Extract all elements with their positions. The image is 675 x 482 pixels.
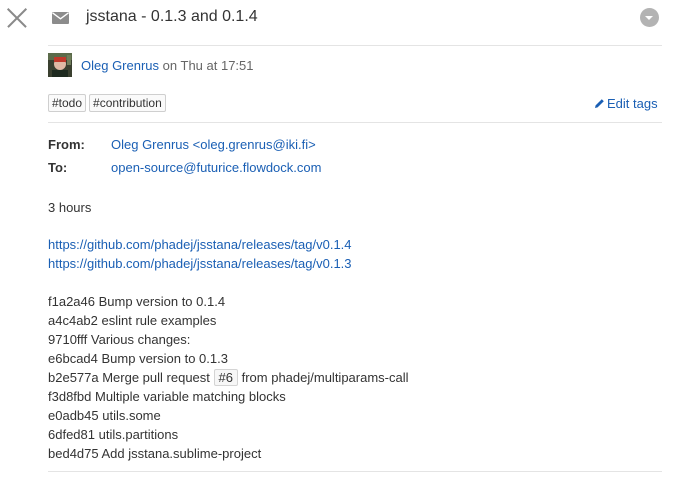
close-button[interactable] bbox=[6, 7, 28, 29]
message-title: jsstana - 0.1.3 and 0.1.4 bbox=[86, 8, 258, 25]
divider bbox=[48, 122, 662, 123]
commit-line: e0adb45 utils.some bbox=[48, 408, 161, 423]
pull-request-badge[interactable]: #6 bbox=[213, 369, 238, 386]
avatar-image bbox=[48, 53, 72, 77]
commit-line: a4c4ab2 eslint rule examples bbox=[48, 313, 217, 328]
commit-line: f3d8fbd Multiple variable matching block… bbox=[48, 389, 286, 404]
release-link-v014[interactable]: https://github.com/phadej/jsstana/releas… bbox=[48, 237, 352, 252]
envelope-icon bbox=[52, 12, 69, 24]
tag-contribution[interactable]: #contribution bbox=[89, 94, 166, 112]
commit-line: e6bcad4 Bump version to 0.1.3 bbox=[48, 351, 228, 366]
commit-line: 9710fff Various changes: bbox=[48, 332, 191, 347]
commit-text: b2e577a Merge pull request bbox=[48, 370, 210, 385]
edit-tags-link[interactable]: Edit tags bbox=[594, 96, 658, 111]
message-menu-button[interactable] bbox=[640, 8, 659, 27]
commit-line: f1a2a46 Bump version to 0.1.4 bbox=[48, 294, 226, 309]
timestamp: on Thu at 17:51 bbox=[162, 58, 254, 73]
body-text: 3 hours bbox=[48, 200, 92, 215]
edit-tags-label: Edit tags bbox=[607, 96, 658, 111]
commit-line: 6dfed81 utils.partitions bbox=[48, 427, 179, 442]
tag-todo[interactable]: #todo bbox=[48, 94, 87, 112]
message-meta: Oleg Grenrus on Thu at 17:51 bbox=[81, 58, 254, 73]
avatar[interactable] bbox=[48, 53, 72, 77]
to-value[interactable]: open-source@futurice.flowdock.com bbox=[111, 160, 321, 175]
pencil-icon bbox=[595, 99, 604, 108]
to-label: To: bbox=[48, 160, 68, 175]
from-value[interactable]: Oleg Grenrus <oleg.grenrus@iki.fi> bbox=[111, 137, 316, 152]
commit-line: bed4d75 Add jsstana.sublime-project bbox=[48, 446, 262, 461]
tag-list: #todo #contribution bbox=[48, 94, 166, 112]
author-link[interactable]: Oleg Grenrus bbox=[81, 58, 159, 73]
release-link-v013[interactable]: https://github.com/phadej/jsstana/releas… bbox=[48, 256, 352, 271]
divider bbox=[48, 45, 662, 46]
divider bbox=[48, 471, 662, 472]
commit-line-merge: b2e577a Merge pull request #6 from phade… bbox=[48, 369, 409, 386]
commit-text-suffix: from phadej/multiparams-call bbox=[241, 370, 409, 385]
from-label: From: bbox=[48, 137, 85, 152]
